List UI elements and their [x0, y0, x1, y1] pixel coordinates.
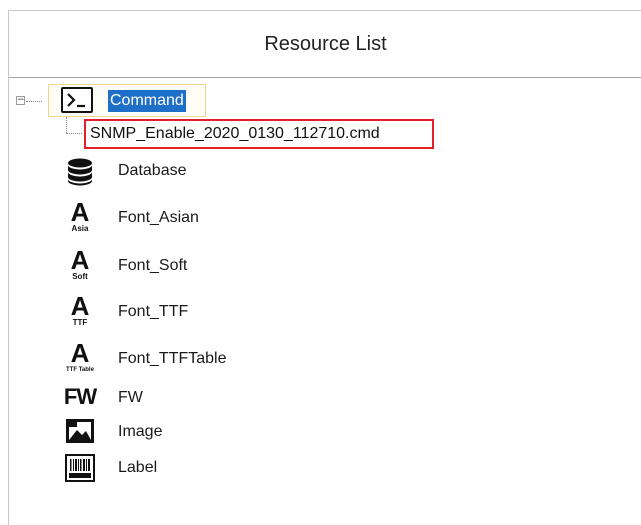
- tree-node-command-label[interactable]: Command: [108, 90, 186, 112]
- panel-header: Resource List: [9, 11, 641, 78]
- image-icon: [62, 416, 98, 446]
- tree-file-selected[interactable]: SNMP_Enable_2020_0130_112710.cmd: [84, 119, 434, 149]
- barcode-label-icon: [62, 452, 98, 484]
- tree-item-font-soft[interactable]: Font_Soft: [118, 251, 187, 281]
- tree-item-font-ttftable[interactable]: Font_TTFTable: [118, 344, 226, 374]
- font-asian-icon: A Asia: [70, 197, 90, 233]
- font-soft-icon: A Soft: [70, 245, 90, 281]
- tree-connector: [66, 117, 67, 133]
- tree-item-label[interactable]: Label: [118, 453, 157, 483]
- panel-title: Resource List: [264, 32, 387, 55]
- terminal-icon: [60, 86, 94, 114]
- font-ttf-icon: A TTF: [70, 291, 90, 327]
- tree-item-font-ttf[interactable]: Font_TTF: [118, 297, 188, 327]
- tree-item-database[interactable]: Database: [118, 156, 187, 186]
- collapse-toggle[interactable]: −: [16, 96, 25, 105]
- tree-item-font-asian[interactable]: Font_Asian: [118, 203, 199, 233]
- font-ttftable-icon: A TTF Table: [66, 338, 94, 373]
- tree-connector: [26, 101, 42, 102]
- tree-item-fw[interactable]: FW: [118, 383, 143, 413]
- tree-connector: [66, 133, 82, 134]
- firmware-icon: FW: [63, 384, 97, 409]
- tree-item-image[interactable]: Image: [118, 417, 162, 447]
- file-name: SNMP_Enable_2020_0130_112710.cmd: [90, 125, 380, 142]
- database-icon: [62, 156, 98, 188]
